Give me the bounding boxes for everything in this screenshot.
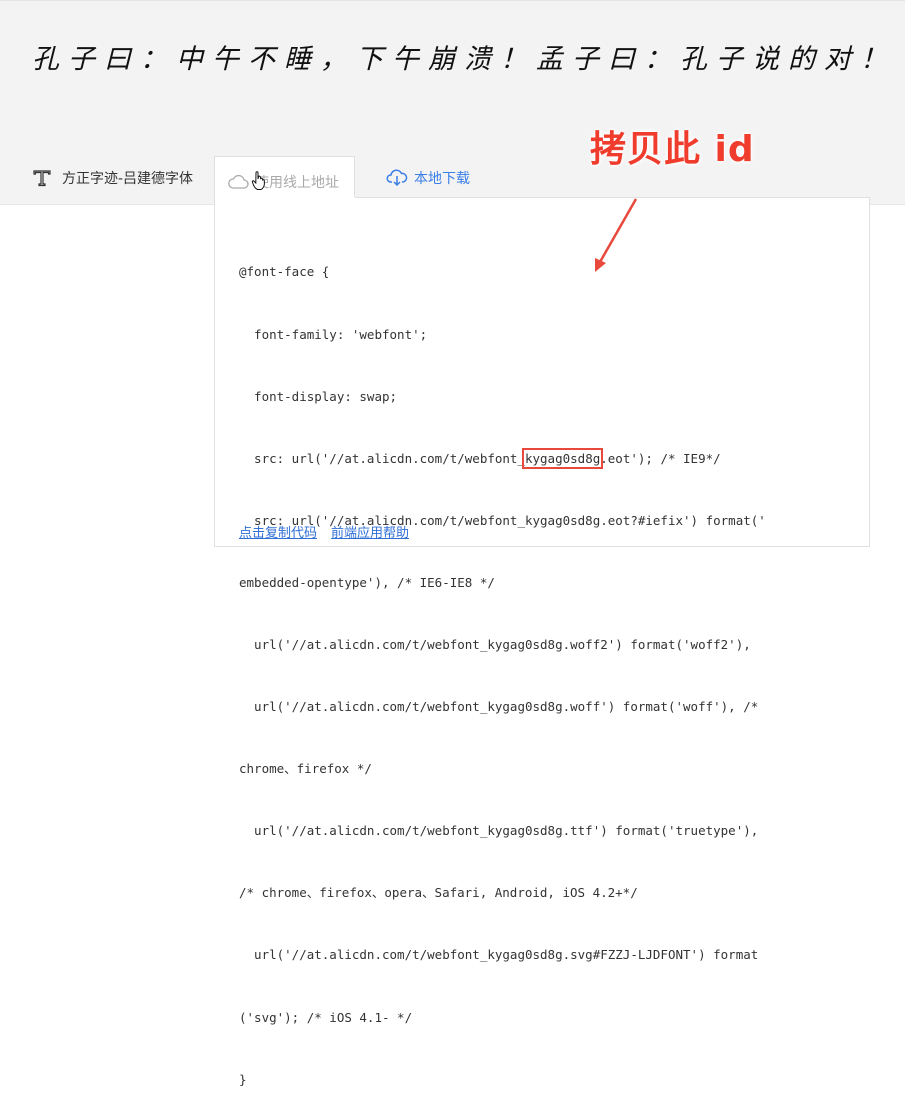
font-name-row: 方正字迹-吕建德字体 (32, 167, 193, 189)
preview-sample-text: 孔子曰：中午不睡，下午崩溃！孟子曰：孔子说的对！ (32, 44, 896, 75)
code-line: url('//at.alicdn.com/t/webfont_kygag0sd8… (239, 636, 751, 652)
tab-local-download[interactable]: 本地下载 (386, 167, 470, 189)
code-line: embedded-opentype'), /* IE6-IE8 */ (239, 574, 495, 590)
hand-cursor-icon (251, 171, 265, 190)
code-fragment: .eot'); /* IE9*/ (600, 450, 721, 466)
cloud-download-icon (386, 169, 408, 187)
code-line: url('//at.alicdn.com/t/webfont_kygag0sd8… (239, 699, 759, 715)
code-line-highlighted: src: url('//at.alicdn.com/t/webfont_kyga… (239, 447, 859, 470)
code-panel: @font-face { font-family: 'webfont'; fon… (214, 197, 870, 1087)
font-name-label: 方正字迹-吕建德字体 (62, 171, 194, 187)
code-line: } (239, 1071, 247, 1087)
frontend-help-link[interactable]: 前端应用帮助 (331, 522, 409, 541)
code-line: url('//at.alicdn.com/t/webfont_kygag0sd8… (239, 947, 759, 963)
annotation-label: 拷贝此 id (590, 129, 755, 170)
code-line: font-display: swap; (239, 388, 398, 404)
code-line: chrome、firefox */ (239, 761, 372, 777)
code-fragment: src: url('//at.alicdn.com/t/webfont_ (239, 450, 525, 466)
code-line: @font-face { (239, 264, 330, 280)
code-line: /* chrome、firefox、opera、Safari, Android,… (239, 885, 638, 901)
code-line: font-family: 'webfont'; (239, 326, 428, 342)
font-id-highlight: kygag0sd8g (521, 447, 604, 469)
cloud-icon (228, 174, 249, 189)
copy-code-link[interactable]: 点击复制代码 (239, 522, 317, 541)
tab-download-label: 本地下载 (414, 171, 470, 187)
tab-online-label: 使用线上地址 (255, 174, 339, 191)
code-links: 点击复制代码 前端应用帮助 (239, 522, 409, 541)
code-line: url('//at.alicdn.com/t/webfont_kygag0sd8… (239, 823, 759, 839)
code-block[interactable]: @font-face { font-family: 'webfont'; fon… (239, 221, 859, 1112)
code-line: ('svg'); /* iOS 4.1- */ (239, 1009, 413, 1025)
font-icon (33, 170, 51, 187)
